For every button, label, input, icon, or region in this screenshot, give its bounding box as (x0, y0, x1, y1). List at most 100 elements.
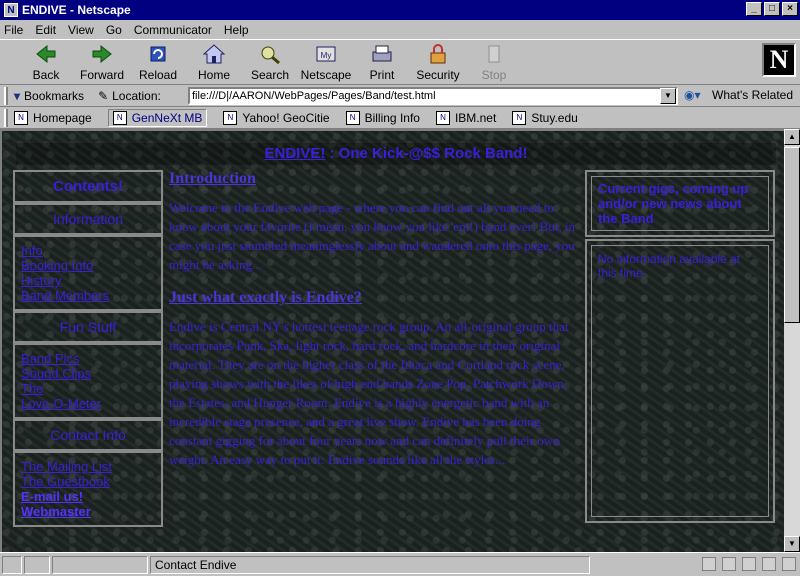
newsgroups-icon[interactable] (742, 557, 756, 571)
back-arrow-icon (36, 44, 56, 64)
contents-nav: Contents! Information Info Booking Info … (13, 170, 163, 527)
link-sound-clips[interactable]: Sound Clips (21, 366, 157, 381)
bookmark-yahoo-geocities[interactable]: N Yahoo! GeoCitie (223, 110, 330, 125)
forward-arrow-icon (92, 44, 112, 64)
link-band-pics[interactable]: Band Pics (21, 351, 157, 366)
scroll-down-button[interactable]: ▼ (784, 536, 800, 552)
netscape-icon: My (316, 46, 336, 62)
close-button[interactable]: × (782, 2, 798, 16)
stop-button[interactable]: Stop (466, 43, 522, 82)
contents-title-box: Contents! (13, 170, 163, 203)
toolbar-grip[interactable] (4, 86, 8, 105)
main-content: Introduction Welcome to the Endive web p… (169, 169, 579, 481)
reload-icon (150, 46, 166, 62)
link-band-members[interactable]: Band Members (21, 288, 157, 303)
link-info[interactable]: Info (21, 243, 157, 258)
link-webmaster[interactable]: Webmaster (21, 504, 157, 519)
what-is-endive-heading: Just what exactly is Endive? (169, 289, 362, 306)
endive-home-link[interactable]: ENDIVE! (264, 145, 325, 162)
window-title: ENDIVE - Netscape (22, 3, 131, 17)
link-guestbook[interactable]: The Guestbook (21, 474, 157, 489)
home-icon (202, 44, 226, 64)
url-dropdown-button[interactable]: ▼ (660, 88, 676, 104)
home-button[interactable]: Home (186, 43, 242, 82)
news-body: No information available at this time. (591, 245, 769, 517)
security-status-icon[interactable] (2, 555, 22, 574)
page-viewport: ENDIVE! : One Kick-@$$ Rock Band! Conten… (0, 129, 784, 552)
reload-button[interactable]: Reload (130, 43, 186, 82)
maximize-button[interactable]: □ (764, 2, 780, 16)
lock-icon (430, 44, 446, 64)
title-bar: N ENDIVE - Netscape _ □ × (0, 0, 800, 20)
composer-icon[interactable] (762, 557, 776, 571)
scroll-up-button[interactable]: ▲ (784, 129, 800, 145)
print-button[interactable]: Print (354, 43, 410, 82)
menu-bar: File Edit View Go Communicator Help (0, 20, 800, 39)
bookmark-gennext[interactable]: N GenNeXt MB (107, 108, 208, 127)
component-bar (702, 557, 796, 571)
bookmark-ibm-net[interactable]: N IBM.net (435, 110, 496, 125)
bookmark-icon: N (223, 110, 238, 125)
vertical-scrollbar[interactable]: ▲ ▼ (784, 129, 800, 552)
link-mailing-list[interactable]: The Mailing List (21, 459, 157, 474)
minimize-button[interactable]: _ (746, 2, 762, 16)
link-love-o-meter[interactable]: Love-O-Meter (21, 396, 157, 411)
menu-help[interactable]: Help (224, 23, 249, 37)
bookmark-billing-info[interactable]: N Billing Info (345, 110, 420, 125)
location-toolbar: ▾ Bookmarks ✎ Location: file:///D|/AARON… (0, 85, 800, 107)
progress-bar (52, 555, 148, 574)
netscape-button[interactable]: My Netscape (298, 43, 354, 82)
menu-view[interactable]: View (68, 23, 94, 37)
info-section-head: Information (13, 203, 163, 235)
news-body-box: No information available at this time. (585, 239, 775, 523)
bookmark-icon: N (512, 110, 527, 125)
personal-toolbar-grip[interactable] (4, 108, 8, 127)
location-icon: ✎ (98, 88, 109, 103)
contact-links: The Mailing List The Guestbook E-mail us… (13, 451, 163, 527)
news-box: Current gigs, coming up and/or new news … (585, 170, 775, 237)
info-links: Info Booking Info History Band Members (13, 235, 163, 311)
menu-communicator[interactable]: Communicator (134, 23, 212, 37)
intro-heading: Introduction (169, 170, 256, 187)
url-input[interactable]: file:///D|/AARON/WebPages/Pages/Band/tes… (188, 87, 678, 105)
security-button[interactable]: Security (410, 43, 466, 82)
search-button[interactable]: Search (242, 43, 298, 82)
mail-icon[interactable] (722, 557, 736, 571)
bookmark-icon: N (112, 110, 127, 125)
bookmarks-button[interactable]: Bookmarks (24, 89, 84, 103)
menu-edit[interactable]: Edit (35, 23, 56, 37)
link-history[interactable]: History (21, 273, 157, 288)
print-icon (372, 45, 392, 62)
netscape-logo[interactable]: N (762, 43, 796, 77)
whats-related-button[interactable]: What's Related (712, 88, 793, 102)
what-is-endive-text: Endive is Central NY's hottest teenage r… (169, 319, 569, 467)
bookmark-icon: N (345, 110, 360, 125)
location-label: Location: (112, 88, 161, 103)
navigator-icon[interactable] (702, 557, 716, 571)
whats-related-icon[interactable]: ◉▾ (684, 88, 701, 102)
bookmarks-icon[interactable]: ▾ (14, 89, 20, 103)
stop-icon (488, 45, 500, 63)
bookmark-stuy-edu[interactable]: N Stuy.edu (512, 110, 578, 125)
link-email-us[interactable]: E-mail us! (21, 489, 157, 504)
status-bar: Contact Endive (0, 552, 800, 576)
fun-section-head: Fun Stuff (13, 311, 163, 343)
forward-button[interactable]: Forward (74, 43, 130, 82)
status-text: Contact Endive (150, 555, 590, 574)
address-book-icon[interactable] (782, 557, 796, 571)
bookmark-icon: N (435, 110, 450, 125)
bookmark-homepage[interactable]: N Homepage (14, 110, 92, 125)
contents-title: Contents! (53, 178, 123, 195)
bookmark-icon: N (14, 110, 28, 125)
back-button[interactable]: Back (18, 43, 74, 82)
menu-file[interactable]: File (4, 23, 23, 37)
intro-text: Welcome to the Endive web page - where y… (169, 200, 575, 272)
page-headline: ENDIVE! : One Kick-@$$ Rock Band! (16, 143, 776, 165)
netscape-app-icon: N (4, 3, 18, 17)
link-booking-info[interactable]: Booking Info (21, 258, 157, 273)
menu-go[interactable]: Go (106, 23, 122, 37)
news-sidebar: Current gigs, coming up and/or new news … (585, 170, 775, 523)
link-the[interactable]: The (21, 381, 157, 396)
scroll-thumb[interactable] (784, 147, 800, 323)
connection-status-icon (24, 555, 50, 574)
